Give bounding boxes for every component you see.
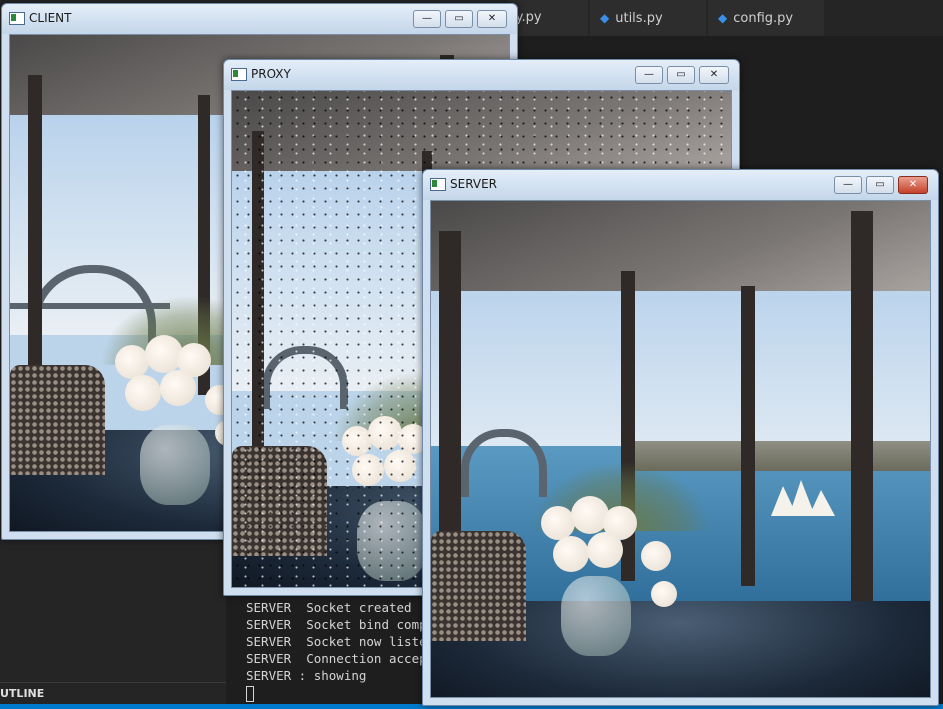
app-window-icon bbox=[231, 68, 247, 81]
photo-vase bbox=[140, 425, 210, 505]
window-titlebar[interactable]: PROXY — ▭ ✕ bbox=[224, 60, 739, 90]
outline-section-header[interactable]: UTLINE bbox=[0, 682, 226, 705]
photo-vase bbox=[561, 576, 631, 656]
minimize-button[interactable]: — bbox=[834, 176, 862, 194]
python-file-icon: ◆ bbox=[718, 11, 728, 25]
maximize-button[interactable]: ▭ bbox=[667, 66, 695, 84]
terminal-line: SERVER Socket bind compl bbox=[246, 617, 435, 632]
maximize-button[interactable]: ▭ bbox=[445, 10, 473, 28]
window-title: CLIENT bbox=[29, 11, 72, 25]
room-photo bbox=[431, 201, 930, 697]
close-button[interactable]: ✕ bbox=[477, 10, 507, 28]
server-image-view bbox=[430, 200, 931, 698]
close-button[interactable]: ✕ bbox=[699, 66, 729, 84]
close-button[interactable]: ✕ bbox=[898, 176, 928, 194]
photo-chair bbox=[10, 365, 105, 475]
tab-label: config.py bbox=[733, 11, 794, 26]
server-window[interactable]: SERVER — ▭ ✕ bbox=[422, 169, 939, 706]
window-title: PROXY bbox=[251, 67, 291, 81]
tab-proxy-py[interactable]: xy.py bbox=[508, 0, 588, 36]
photo-opera-house bbox=[771, 476, 851, 516]
window-titlebar[interactable]: SERVER — ▭ ✕ bbox=[423, 170, 938, 200]
minimize-button[interactable]: — bbox=[635, 66, 663, 84]
app-window-icon bbox=[430, 178, 446, 191]
tab-label: utils.py bbox=[615, 11, 663, 26]
tab-config-py[interactable]: ◆ config.py bbox=[708, 0, 824, 36]
terminal-line: SERVER Socket now listen bbox=[246, 634, 435, 649]
outline-label: UTLINE bbox=[0, 687, 45, 700]
photo-chair bbox=[431, 531, 526, 641]
photo-window-frame bbox=[741, 286, 755, 586]
maximize-button[interactable]: ▭ bbox=[866, 176, 894, 194]
python-file-icon: ◆ bbox=[600, 11, 610, 25]
minimize-button[interactable]: — bbox=[413, 10, 441, 28]
terminal-line: SERVER Socket created bbox=[246, 600, 412, 615]
window-title: SERVER bbox=[450, 177, 498, 191]
app-window-icon bbox=[9, 12, 25, 25]
terminal-line: SERVER Connection accept bbox=[246, 651, 435, 666]
terminal-line: SERVER : showing bbox=[246, 668, 367, 683]
terminal-cursor bbox=[246, 686, 254, 702]
window-titlebar[interactable]: CLIENT — ▭ ✕ bbox=[2, 4, 517, 34]
tab-utils-py[interactable]: ◆ utils.py bbox=[590, 0, 706, 36]
